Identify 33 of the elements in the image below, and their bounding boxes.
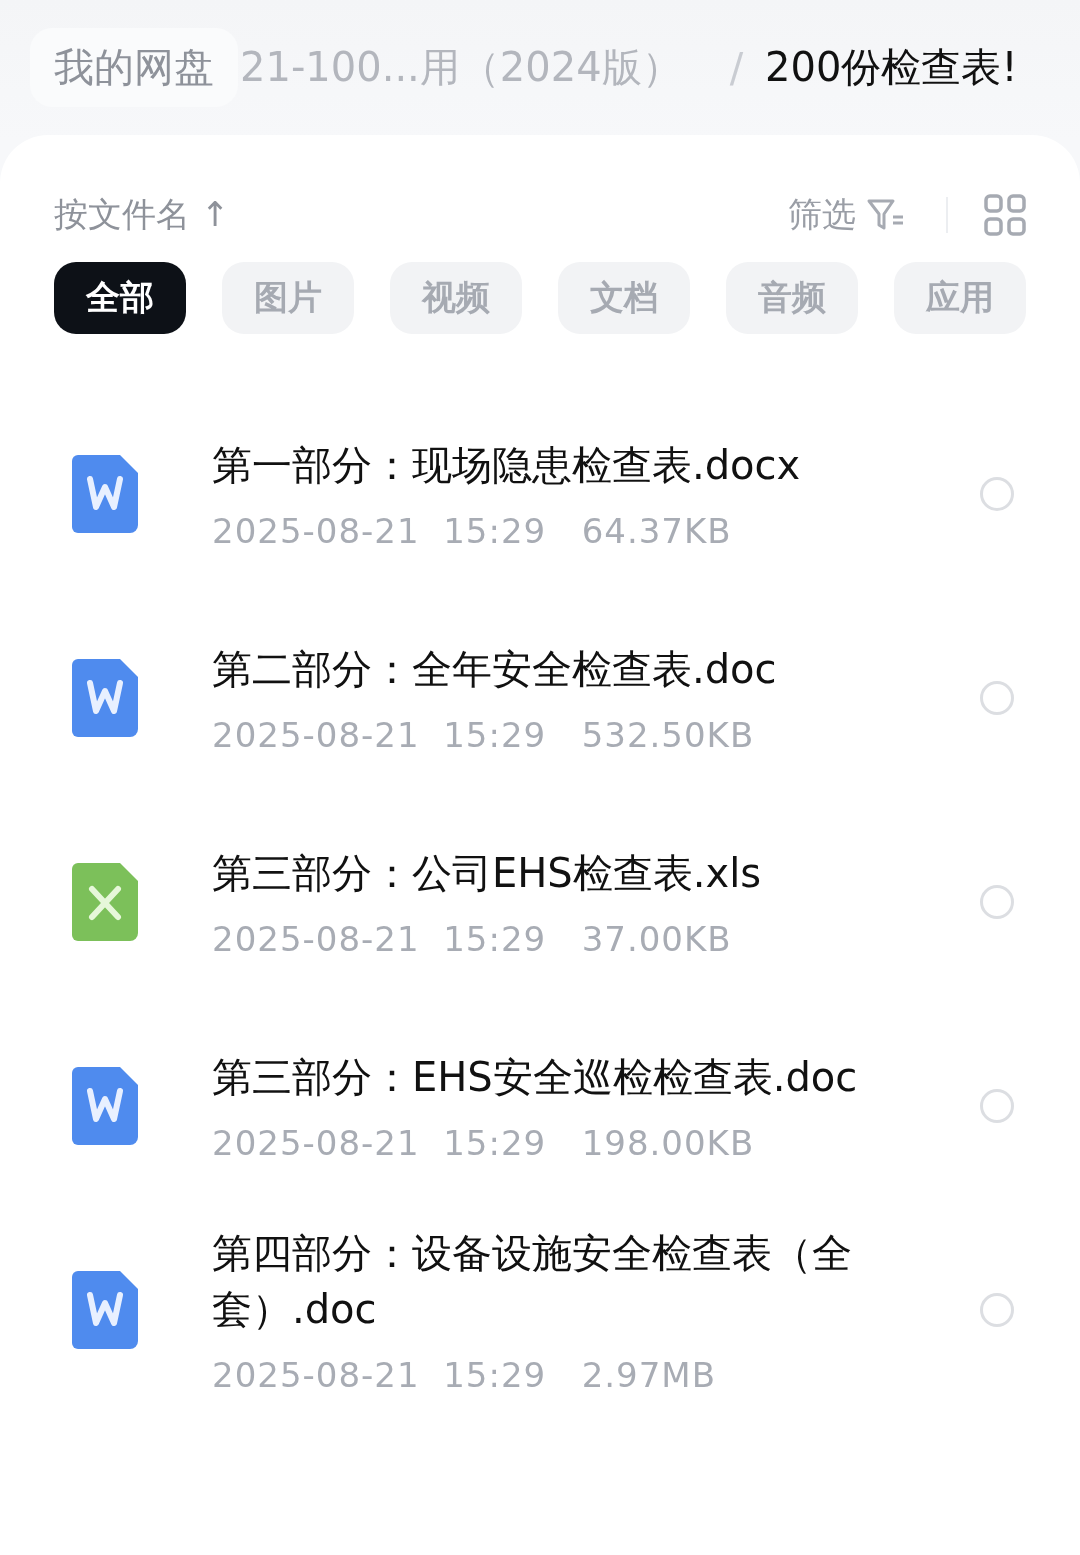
file-name[interactable]: 第二部分：全年安全检查表.doc	[212, 641, 902, 697]
category-tab[interactable]: 视频	[390, 262, 522, 334]
grid-view-icon[interactable]	[984, 194, 1026, 236]
category-tab[interactable]: 全部	[54, 262, 186, 334]
category-tab[interactable]: 文档	[558, 262, 690, 334]
breadcrumb-folder[interactable]: 21-100...用（2024版）	[240, 40, 682, 95]
document-file-icon	[72, 1067, 138, 1145]
document-file-icon	[72, 659, 138, 737]
file-name[interactable]: 第三部分：公司EHS检查表.xls	[212, 845, 902, 901]
file-meta: 2025-08-21 15:29 2.97MB	[212, 1355, 717, 1395]
file-meta: 2025-08-21 15:29 64.37KB	[212, 511, 733, 551]
file-meta: 2025-08-21 15:29 37.00KB	[212, 919, 733, 959]
file-meta: 2025-08-21 15:29 198.00KB	[212, 1123, 756, 1163]
select-checkbox[interactable]	[980, 885, 1014, 919]
category-tab[interactable]: 应用	[894, 262, 1026, 334]
select-checkbox[interactable]	[980, 1089, 1014, 1123]
spreadsheet-file-icon	[72, 863, 138, 941]
document-file-icon	[72, 455, 138, 533]
breadcrumb-root[interactable]: 我的网盘	[30, 28, 238, 107]
file-name[interactable]: 第一部分：现场隐患检查表.docx	[212, 437, 902, 493]
file-name[interactable]: 第三部分：EHS安全巡检检查表.doc	[212, 1049, 902, 1105]
file-meta: 2025-08-21 15:29 532.50KB	[212, 715, 756, 755]
document-file-icon	[72, 1271, 138, 1349]
select-checkbox[interactable]	[980, 681, 1014, 715]
category-tab[interactable]: 图片	[222, 262, 354, 334]
select-checkbox[interactable]	[980, 1293, 1014, 1327]
sort-control[interactable]: 按文件名 ↑	[54, 192, 788, 238]
select-checkbox[interactable]	[980, 477, 1014, 511]
filter-button[interactable]: 筛选	[788, 192, 906, 238]
category-tab[interactable]: 音频	[726, 262, 858, 334]
breadcrumb-separator: /	[729, 44, 744, 91]
current-folder-title: 200份检查表!	[765, 43, 1018, 92]
file-name[interactable]: 第四部分：设备设施安全检查表（全套）.doc	[212, 1225, 902, 1337]
